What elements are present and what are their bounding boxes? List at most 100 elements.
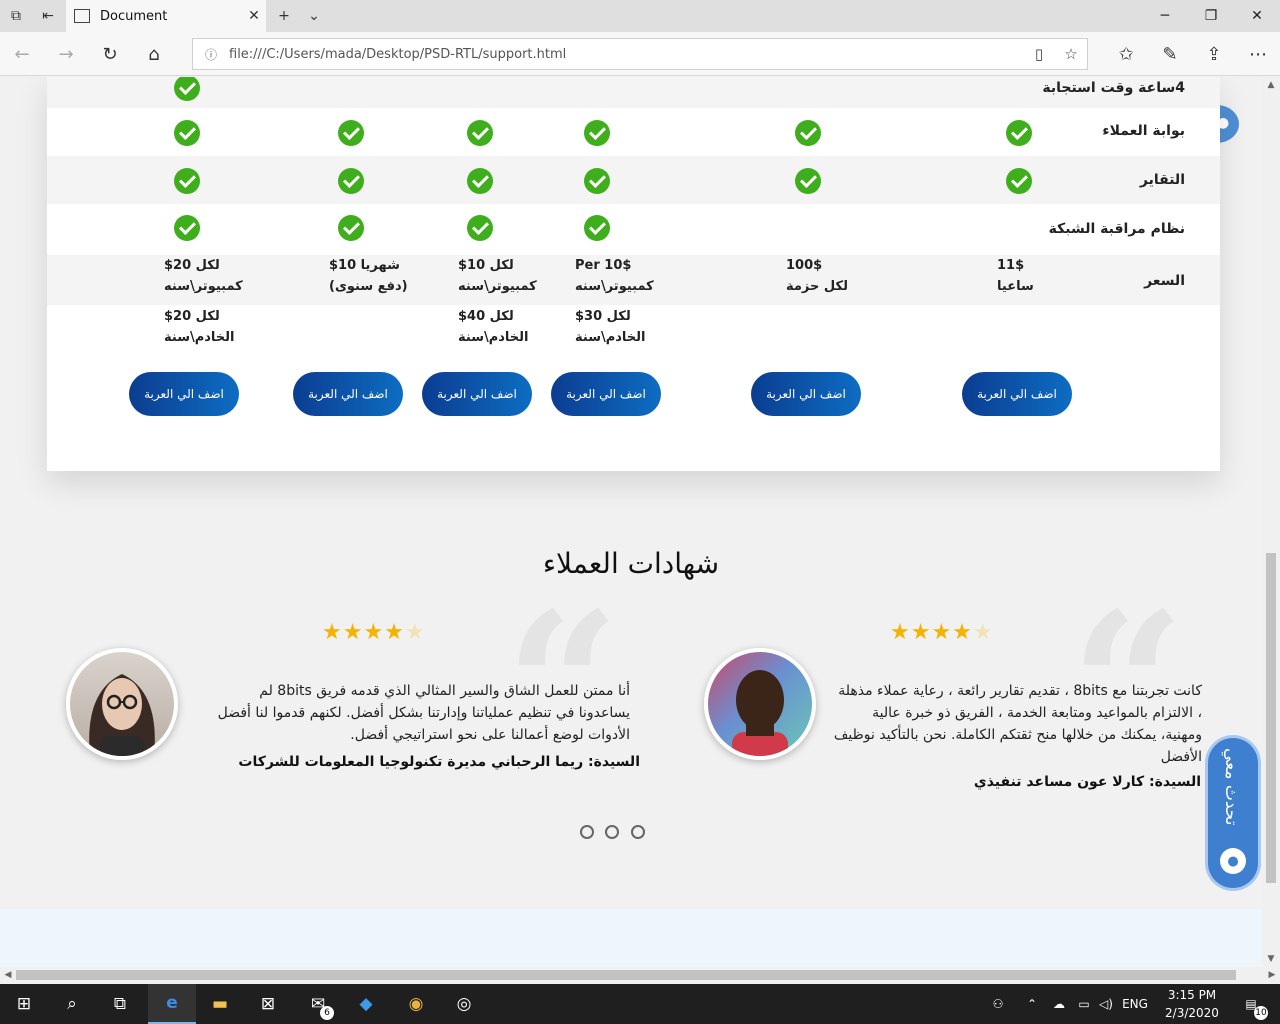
horizontal-scroll-thumb[interactable] [16, 970, 1236, 980]
price-unit: (دفع سنوى) [329, 279, 408, 294]
price-amount: لكل 20$ [164, 258, 220, 273]
add-to-cart-button[interactable]: اضف الي العربة [293, 372, 403, 416]
carousel-dot[interactable] [580, 825, 594, 839]
search-icon[interactable]: ⌕ [48, 984, 96, 1024]
task-view-icon[interactable]: ⧉ [96, 984, 144, 1024]
chrome-icon[interactable]: ◉ [392, 984, 440, 1024]
rating-stars: ★★★★★ [890, 620, 994, 645]
back-icon[interactable]: ← [0, 32, 44, 76]
language-indicator[interactable]: ENG [1120, 984, 1150, 1024]
network-icon[interactable]: ▭ [1074, 984, 1094, 1024]
price-amount: 100$ [786, 258, 823, 273]
notification-badge: 10 [1254, 1006, 1268, 1020]
feature-row-client-portal: بوابة العملاء [47, 108, 1220, 156]
price-per-computer: لكل 10$ كمبيوتر\سنه [458, 255, 537, 297]
price-amount: لكل 30$ [575, 309, 631, 324]
pen-icon[interactable]: ✎ [1148, 32, 1192, 76]
tab-actions-icon[interactable]: ⧉ [0, 0, 32, 32]
mail-icon[interactable]: ✉ 6 [294, 984, 342, 1024]
minimize-icon[interactable]: ─ [1142, 0, 1188, 32]
check-icon [467, 120, 493, 146]
file-explorer-icon[interactable]: ▬ [196, 984, 244, 1024]
check-icon [584, 215, 610, 241]
tabs-aside-icon[interactable]: ⇤ [32, 0, 64, 32]
home-icon[interactable]: ⌂ [132, 32, 176, 76]
check-icon [584, 168, 610, 194]
forward-icon[interactable]: → [44, 32, 88, 76]
close-window-icon[interactable]: ✕ [1234, 0, 1280, 32]
people-icon[interactable]: ⚇ [988, 984, 1008, 1024]
reading-view-icon[interactable]: ▯ [1023, 45, 1055, 63]
share-icon[interactable]: ⇪ [1192, 32, 1236, 76]
price-per-server: لكل 40$ الخادم\سنة [458, 306, 529, 348]
check-icon [174, 77, 200, 101]
vscode-icon[interactable]: ◆ [342, 984, 390, 1024]
price-amount: شهريا 10$ [329, 258, 400, 273]
testimonial-text: كانت تجربتنا مع 8bits ، تقديم تقارير رائ… [833, 683, 1202, 765]
pricing-table: 4ساعة وقت استجابة بوابة العملاء التقاير … [47, 77, 1220, 471]
restore-icon[interactable]: ❐ [1188, 0, 1234, 32]
browser-nav-bar: ← → ↻ ⌂ ⓘ file:///C:/Users/mada/Desktop/… [0, 32, 1280, 76]
app-target-icon[interactable]: ◎ [440, 984, 488, 1024]
add-to-cart-button[interactable]: اضف الي العربة [751, 372, 861, 416]
add-to-cart-button[interactable]: اضف الي العربة [422, 372, 532, 416]
price-per-server: لكل 20$ الخادم\سنة [164, 306, 235, 348]
add-to-cart-button[interactable]: اضف الي العربة [962, 372, 1072, 416]
favorites-list-icon[interactable]: ✩ [1104, 32, 1148, 76]
price-unit: كمبيوتر\سنه [164, 279, 243, 294]
more-icon[interactable]: ⋯ [1236, 32, 1280, 76]
volume-icon[interactable]: ◁) [1096, 984, 1116, 1024]
tab-title: Document [100, 8, 168, 24]
carousel-dot[interactable] [631, 825, 645, 839]
horizontal-scrollbar[interactable]: ◀ ▶ [0, 967, 1280, 983]
feature-label: بوابة العملاء [1102, 123, 1185, 139]
onedrive-icon[interactable]: ☁ [1048, 984, 1070, 1024]
site-info-icon[interactable]: ⓘ [193, 46, 229, 63]
clock-time: 3:15 PM [1167, 988, 1217, 1002]
url-text[interactable]: file:///C:/Users/mada/Desktop/PSD-RTL/su… [229, 47, 1023, 62]
feature-label: نظام مراقبة الشبكة [1048, 221, 1185, 237]
close-tab-icon[interactable]: ✕ [242, 8, 266, 24]
price-amount: 11$ [997, 258, 1025, 273]
scroll-right-icon[interactable]: ▶ [1264, 967, 1280, 983]
check-icon [174, 215, 200, 241]
chat-widget[interactable]: تحدث معي ● [1208, 738, 1258, 888]
price-per-computer: 10$ Per كمبيوتر\سنه [575, 255, 654, 297]
vertical-scroll-thumb[interactable] [1266, 553, 1276, 883]
check-icon [467, 215, 493, 241]
chat-icon: ● [1220, 848, 1246, 874]
feature-label: التقاير [1139, 172, 1185, 188]
price-unit: لكل حزمة [786, 279, 848, 294]
price-per-computer: لكل 20$ كمبيوتر\سنه [164, 255, 243, 297]
tab-preview-chevron-icon[interactable]: ⌄ [298, 0, 330, 32]
scroll-left-icon[interactable]: ◀ [0, 967, 16, 983]
testimonial-author: السيدة: ريما الرحباني مديرة تكنولوجيا ال… [238, 754, 640, 770]
address-bar[interactable]: ⓘ file:///C:/Users/mada/Desktop/PSD-RTL/… [192, 38, 1088, 70]
scroll-down-icon[interactable]: ▼ [1262, 951, 1280, 967]
start-windows-icon[interactable]: ⊞ [0, 984, 48, 1024]
notifications-icon[interactable]: ▤ 10 [1234, 984, 1268, 1024]
scroll-up-icon[interactable]: ▲ [1262, 77, 1280, 93]
system-clock[interactable]: 3:15 PM 2/3/2020 [1152, 986, 1232, 1022]
browser-tab-document[interactable]: Document ✕ [66, 0, 266, 32]
feature-label: 4ساعة وقت استجابة [1042, 80, 1185, 96]
refresh-icon[interactable]: ↻ [88, 32, 132, 76]
price-unit: كمبيوتر\سنه [575, 279, 654, 294]
price-unit: الخادم\سنة [575, 330, 646, 345]
check-icon [338, 215, 364, 241]
new-tab-icon[interactable]: + [268, 0, 300, 32]
price-amount: لكل 10$ [458, 258, 514, 273]
price-row: السعر 11$ ساعيا 100$ لكل حزمة 10$ Per كمبيو… [47, 255, 1220, 305]
edge-browser-icon[interactable]: e [148, 984, 196, 1024]
add-to-cart-button[interactable]: اضف الي العربة [551, 372, 661, 416]
check-icon [174, 120, 200, 146]
store-icon[interactable]: ⊠ [244, 984, 292, 1024]
favorite-star-icon[interactable]: ☆ [1055, 45, 1087, 63]
tray-chevron-icon[interactable]: ⌃ [1022, 984, 1042, 1024]
carousel-dot[interactable] [605, 825, 619, 839]
add-to-cart-button[interactable]: اضف الي العربة [129, 372, 239, 416]
clock-date: 2/3/2020 [1165, 1006, 1219, 1020]
check-icon [584, 120, 610, 146]
vertical-scrollbar[interactable]: ▲ ▼ [1262, 77, 1280, 967]
feature-row-reports: التقاير [47, 156, 1220, 204]
